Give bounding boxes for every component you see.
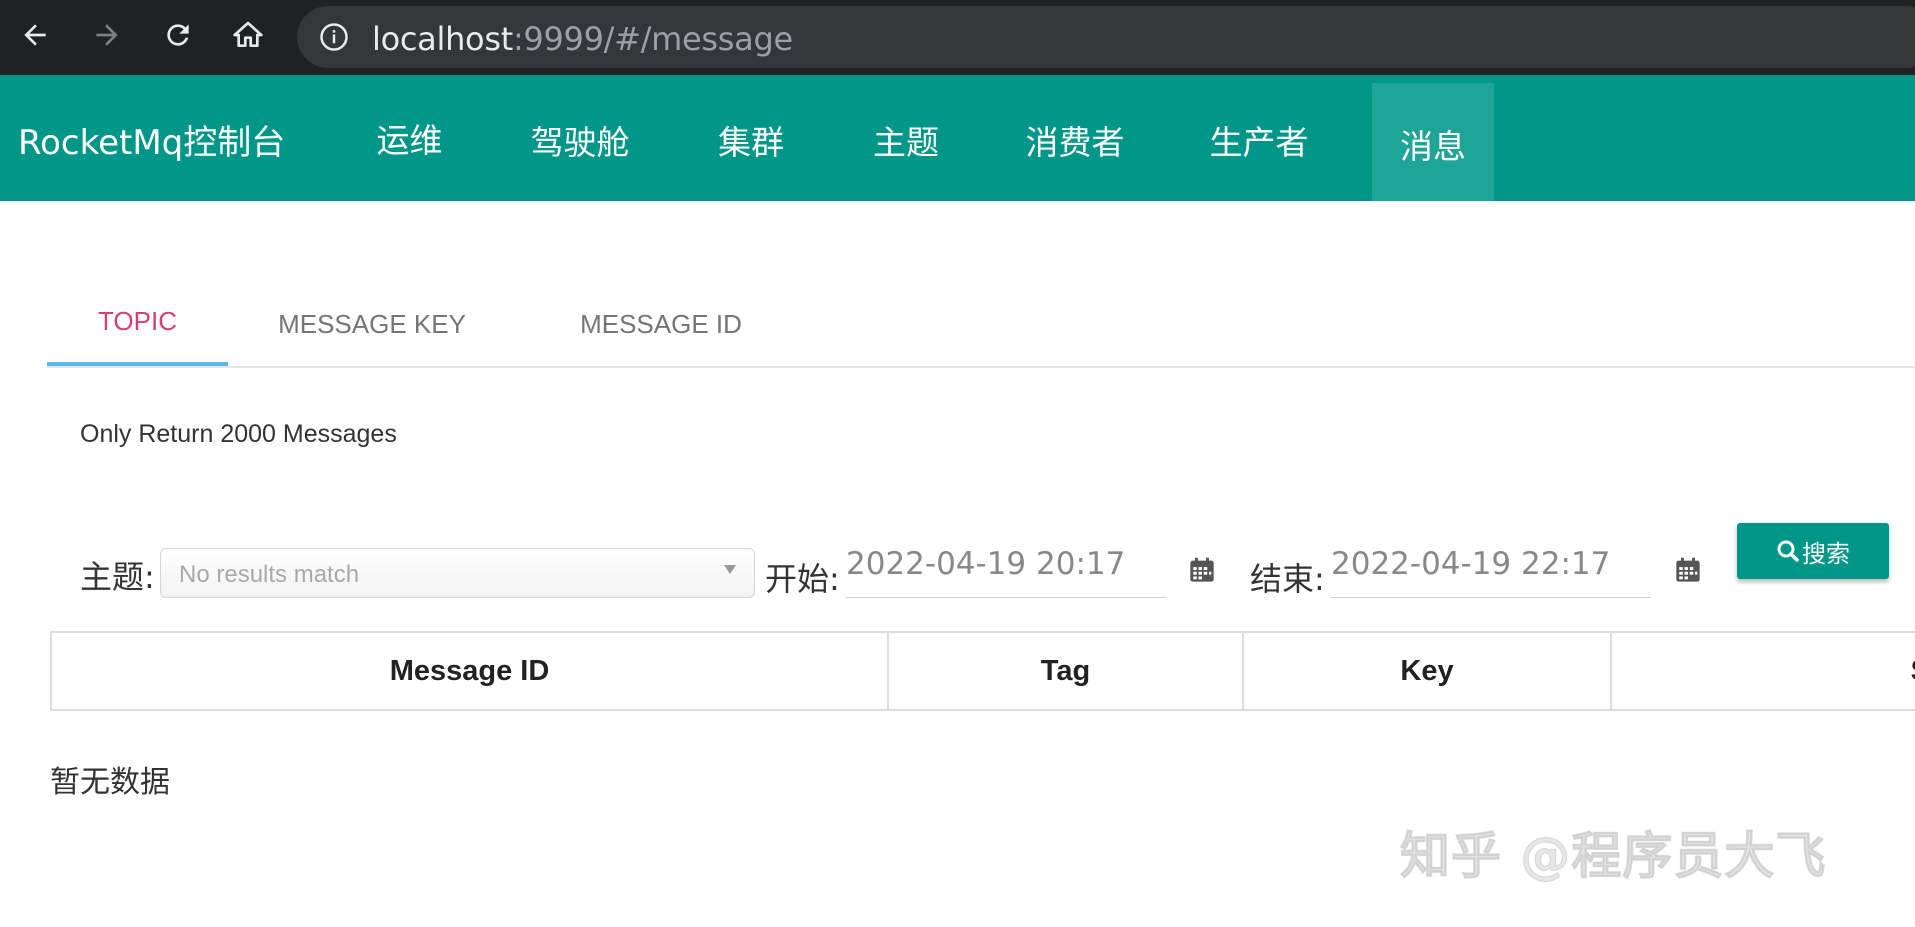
tab-message-key[interactable]: MESSAGE KEY	[269, 280, 475, 368]
info-icon[interactable]	[319, 22, 349, 52]
nav-item-ops[interactable]: 运维	[352, 75, 467, 201]
query-tabs: TOPIC MESSAGE KEY MESSAGE ID	[47, 280, 1915, 368]
arrow-right-icon	[96, 24, 118, 46]
nav-item-topic[interactable]: 主题	[853, 75, 959, 201]
empty-state-text: 暂无数据	[50, 765, 170, 800]
reload-button[interactable]	[155, 12, 201, 58]
column-header-key: Key	[1244, 633, 1612, 709]
forward-button[interactable]	[84, 12, 130, 58]
url-host: localhost	[372, 20, 513, 58]
calendar-icon[interactable]	[1674, 556, 1702, 584]
calendar-icon[interactable]	[1188, 556, 1216, 584]
column-header-tag: Tag	[889, 633, 1244, 709]
home-icon	[233, 21, 263, 47]
back-button[interactable]	[12, 12, 58, 58]
url-text: localhost:9999/#/message	[372, 20, 793, 58]
column-header-message-id: Message ID	[52, 633, 889, 709]
topic-select-placeholder: No results match	[179, 561, 360, 588]
nav-item-consumer[interactable]: 消费者	[1010, 75, 1140, 201]
topic-select[interactable]: No results match	[160, 548, 755, 598]
address-bar[interactable]: localhost:9999/#/message	[297, 6, 1915, 68]
nav-item-cluster[interactable]: 集群	[698, 75, 804, 201]
url-path: :9999/#/message	[512, 20, 793, 58]
end-label: 结束:	[1250, 560, 1325, 598]
search-button[interactable]: 搜索	[1737, 523, 1889, 579]
tab-topic[interactable]: TOPIC	[47, 280, 228, 366]
end-time-input[interactable]: 2022-04-19 22:17	[1331, 546, 1651, 598]
start-label: 开始:	[765, 560, 840, 598]
message-table: Message ID Tag Key S	[50, 631, 1915, 711]
nav-item-dashboard[interactable]: 驾驶舱	[518, 75, 642, 201]
home-button[interactable]	[225, 12, 271, 58]
search-icon	[1777, 540, 1799, 562]
column-header-s: S	[1911, 655, 1915, 688]
chevron-down-icon	[724, 565, 736, 574]
brand-title[interactable]: RocketMq控制台	[18, 115, 285, 164]
nav-item-message[interactable]: 消息	[1372, 83, 1494, 201]
browser-toolbar: localhost:9999/#/message	[0, 0, 1915, 75]
reload-icon	[167, 24, 189, 46]
column-header-partial: S	[1612, 633, 1915, 709]
result-limit-notice: Only Return 2000 Messages	[80, 420, 397, 448]
nav-item-producer[interactable]: 生产者	[1194, 75, 1324, 201]
start-time-input[interactable]: 2022-04-19 20:17	[846, 546, 1166, 598]
topic-label: 主题:	[80, 558, 155, 596]
arrow-left-icon	[24, 24, 46, 46]
top-nav: RocketMq控制台 运维 驾驶舱 集群 主题 消费者 生产者 消息	[0, 75, 1915, 201]
watermark: 知乎 @程序员大飞	[1399, 827, 1827, 886]
search-button-label: 搜索	[1802, 539, 1850, 568]
tab-message-id[interactable]: MESSAGE ID	[561, 280, 761, 368]
